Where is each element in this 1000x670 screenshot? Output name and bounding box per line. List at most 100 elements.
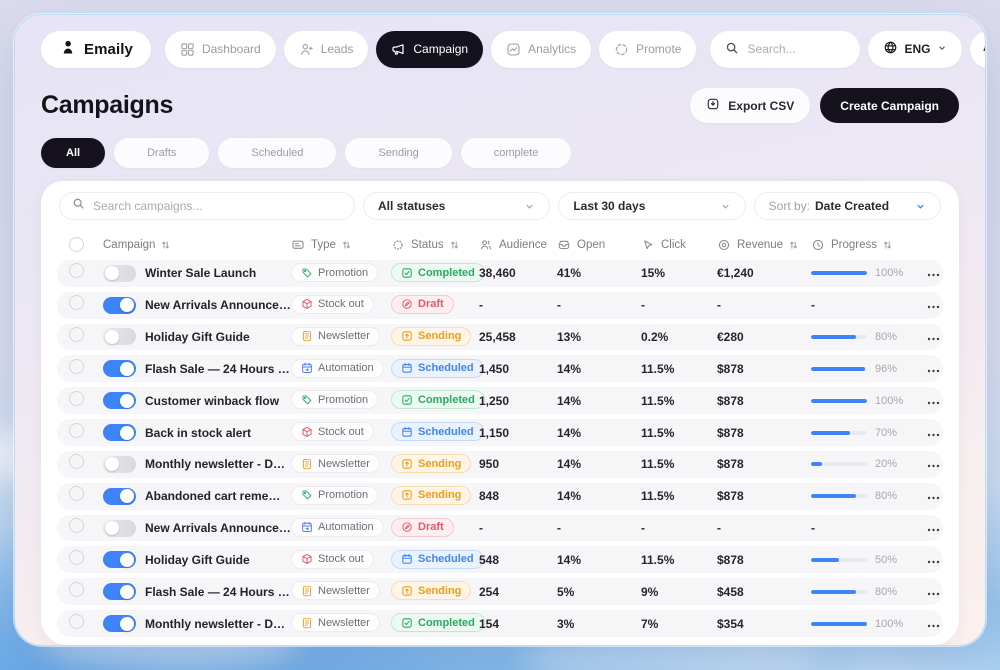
row-checkbox[interactable] — [69, 327, 84, 342]
global-search[interactable] — [710, 31, 860, 68]
open-rate-value: 5% — [557, 585, 641, 599]
download-icon — [706, 97, 720, 114]
sort-arrows-icon[interactable] — [450, 240, 459, 250]
row-more-button[interactable] — [925, 492, 942, 504]
row-checkbox[interactable] — [69, 391, 84, 406]
export-csv-button[interactable]: Export CSV — [690, 88, 810, 123]
analytics-icon — [506, 42, 521, 57]
row-more-button[interactable] — [925, 397, 942, 409]
progress-label: 80% — [875, 586, 897, 598]
row-checkbox[interactable] — [69, 295, 84, 310]
campaign-name: New Arrivals Announcement — [145, 521, 291, 535]
column-header-status[interactable]: Status — [391, 238, 479, 252]
status-badge: Completed — [391, 613, 485, 632]
campaign-toggle[interactable] — [103, 392, 136, 409]
open-rate-value: 14% — [557, 394, 641, 408]
row-more-button[interactable] — [925, 333, 942, 345]
row-more-button[interactable] — [925, 365, 942, 377]
select-all-checkbox[interactable] — [69, 237, 84, 252]
row-more-button[interactable] — [925, 620, 942, 632]
row-checkbox[interactable] — [69, 550, 84, 565]
row-checkbox[interactable] — [69, 614, 84, 629]
campaign-toggle[interactable] — [103, 615, 136, 632]
row-checkbox[interactable] — [69, 582, 84, 597]
campaign-toggle[interactable] — [103, 520, 136, 537]
row-checkbox[interactable] — [69, 518, 84, 533]
check-icon — [401, 617, 413, 629]
campaign-toggle[interactable] — [103, 297, 136, 314]
language-selector[interactable]: ENG — [868, 31, 961, 68]
tab-drafts[interactable]: Drafts — [114, 138, 209, 168]
row-checkbox[interactable] — [69, 486, 84, 501]
box-icon — [301, 426, 313, 438]
col-status-icon — [391, 238, 405, 252]
campaign-toggle[interactable] — [103, 360, 136, 377]
table-row: New Arrivals Announcement Automation Dra… — [57, 515, 943, 542]
campaign-name: Monthly newsletter - Decem... — [145, 617, 291, 631]
progress-empty: - — [811, 298, 815, 312]
tab-complete[interactable]: complete — [461, 138, 572, 168]
campaign-toggle[interactable] — [103, 328, 136, 345]
progress-label: 50% — [875, 554, 897, 566]
row-more-button[interactable] — [925, 429, 942, 441]
row-more-button[interactable] — [925, 588, 942, 600]
column-header-revenue[interactable]: Revenue — [717, 238, 811, 252]
status-badge: Completed — [391, 263, 485, 282]
notifications-button[interactable] — [970, 31, 987, 68]
status-filter-value: All statuses — [378, 199, 445, 213]
campaign-name: Holiday Gift Guide — [145, 330, 250, 344]
progress-cell: 80% — [811, 490, 925, 502]
doc-icon — [301, 585, 313, 597]
row-checkbox[interactable] — [69, 423, 84, 438]
row-checkbox[interactable] — [69, 263, 84, 278]
campaign-search-input[interactable] — [93, 199, 342, 213]
row-more-button[interactable] — [925, 556, 942, 568]
campaign-toggle[interactable] — [103, 583, 136, 600]
type-chip: Promotion — [291, 486, 378, 505]
row-more-button[interactable] — [925, 524, 942, 536]
sort-arrows-icon[interactable] — [161, 240, 170, 250]
sort-arrows-icon[interactable] — [883, 240, 892, 250]
campaign-toggle[interactable] — [103, 456, 136, 473]
row-checkbox[interactable] — [69, 454, 84, 469]
column-header-type[interactable]: Type — [291, 238, 391, 252]
nav-item-analytics[interactable]: Analytics — [491, 31, 591, 68]
brand-logo[interactable]: Emaily — [41, 31, 151, 68]
grid-icon — [180, 42, 195, 57]
campaign-toggle[interactable] — [103, 551, 136, 568]
nav-item-leads[interactable]: Leads — [284, 31, 369, 68]
row-more-button[interactable] — [925, 301, 942, 313]
sort-arrows-icon[interactable] — [789, 240, 798, 250]
create-campaign-button[interactable]: Create Campaign — [820, 88, 959, 123]
nav-item-dashboard[interactable]: Dashboard — [165, 31, 276, 68]
row-more-button[interactable] — [925, 269, 942, 281]
audience-value: - — [479, 298, 557, 312]
progress-label: 100% — [875, 267, 903, 279]
campaign-toggle[interactable] — [103, 488, 136, 505]
revenue-value: $878 — [717, 489, 811, 503]
click-rate-value: - — [641, 298, 717, 312]
campaign-name: New Arrivals Announcement — [145, 298, 291, 312]
type-chip: Promotion — [291, 390, 378, 409]
campaign-toggle[interactable] — [103, 265, 136, 282]
nav-item-campaign[interactable]: Campaign — [376, 31, 483, 68]
tab-scheduled[interactable]: Scheduled — [218, 138, 336, 168]
global-search-input[interactable] — [747, 42, 842, 56]
column-header-progress[interactable]: Progress — [811, 238, 925, 252]
row-more-button[interactable] — [925, 460, 942, 472]
open-rate-value: 14% — [557, 553, 641, 567]
campaign-search[interactable] — [59, 192, 355, 220]
campaign-toggle[interactable] — [103, 424, 136, 441]
row-checkbox[interactable] — [69, 359, 84, 374]
audience-value: 848 — [479, 489, 557, 503]
tab-all[interactable]: All — [41, 138, 105, 168]
status-filter-select[interactable]: All statuses — [363, 192, 550, 220]
nav-item-promote[interactable]: Promote — [599, 31, 696, 68]
table-row: Monthly newsletter - Decem... Newsletter… — [57, 610, 943, 637]
sort-select[interactable]: Sort by: Date Created — [754, 192, 941, 220]
status-badge: Sending — [391, 486, 471, 505]
sort-arrows-icon[interactable] — [342, 240, 351, 250]
daterange-filter-select[interactable]: Last 30 days — [558, 192, 745, 220]
tab-sending[interactable]: Sending — [345, 138, 451, 168]
column-header-campaign[interactable]: Campaign — [103, 239, 291, 251]
